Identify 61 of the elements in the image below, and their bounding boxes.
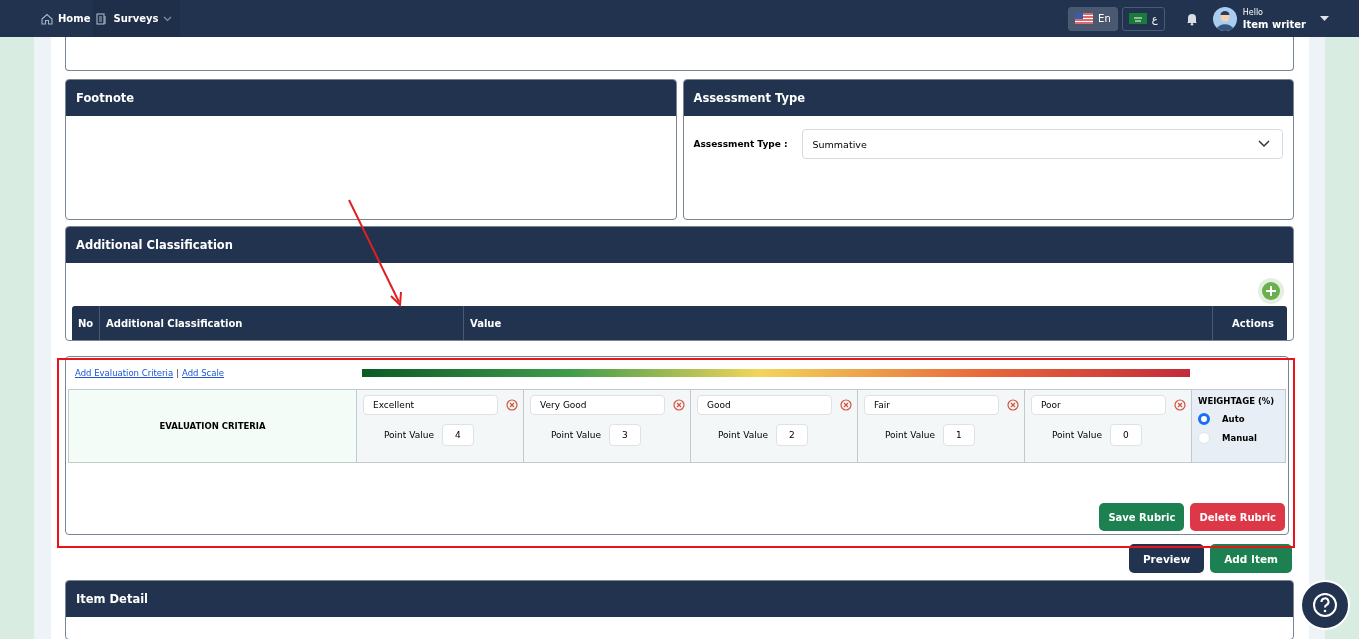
help-button[interactable]	[1300, 580, 1350, 630]
point-value-field[interactable]: 3	[608, 424, 641, 446]
nav-link[interactable]: Surveys	[93, 0, 181, 37]
scale-name-field[interactable]: Very Good	[530, 395, 665, 415]
avatar-icon	[1212, 6, 1237, 31]
plus-icon	[1262, 282, 1280, 300]
column-header: Value	[464, 306, 1213, 340]
chevron-down-icon	[1258, 140, 1270, 148]
language-button[interactable]: En	[1068, 6, 1118, 31]
scale-name-field[interactable]: Poor	[1031, 395, 1166, 415]
caret-icon	[1320, 15, 1329, 22]
card-title: Assessment Type	[683, 80, 1293, 116]
nav-link[interactable]: Home	[38, 0, 94, 37]
column-header: Actions	[1231, 316, 1275, 331]
save-button[interactable]: Save Rubric	[1099, 503, 1185, 531]
criteria-heading: EVALUATION CRITERIA	[69, 390, 357, 462]
greeting-text: Hello	[1242, 6, 1264, 19]
home-icon	[41, 12, 53, 25]
column-header: Additional Classification	[100, 306, 464, 340]
language-button[interactable]: ع	[1121, 6, 1165, 31]
point-value-field[interactable]: 4	[441, 424, 474, 446]
assessment-type-dropdown[interactable]: Summative	[801, 129, 1283, 159]
point-value-field[interactable]: 1	[942, 424, 975, 446]
point-value-field[interactable]: 0	[1109, 424, 1142, 446]
card-title: Footnote	[66, 80, 676, 116]
card-title: Item Detail	[66, 581, 1293, 617]
card-title: Additional Classification	[66, 227, 1293, 263]
separator-text: |	[176, 368, 179, 378]
scale-name-field[interactable]: Good	[697, 395, 832, 415]
delete-button[interactable]: Delete Rubric	[1190, 503, 1285, 531]
field-label: Point Value	[551, 430, 601, 440]
remove-icon	[1007, 399, 1019, 411]
text-link[interactable]: Add Evaluation Criteria	[75, 368, 174, 378]
column-header: No	[72, 306, 100, 340]
radio-label: Manual	[1222, 433, 1257, 443]
add-item-button[interactable]: Add Item	[1210, 544, 1292, 573]
radio-label: Auto	[1222, 414, 1245, 424]
field-label: Point Value	[885, 430, 935, 440]
field-label: Point Value	[384, 430, 434, 440]
flag-icon	[1075, 13, 1094, 24]
flag-icon	[1128, 13, 1147, 24]
field-label: Point Value	[718, 430, 768, 440]
text-link[interactable]: Add Scale	[182, 368, 225, 378]
radio-button[interactable]	[1198, 413, 1210, 425]
remove-icon	[506, 399, 518, 411]
document-icon	[96, 12, 109, 25]
chevron-down-icon	[163, 15, 173, 22]
point-value-field[interactable]: 2	[775, 424, 808, 446]
remove-icon	[1174, 399, 1186, 411]
remove-icon	[673, 399, 685, 411]
scale-name-field[interactable]: Fair	[864, 395, 999, 415]
scale-name-field[interactable]: Excellent	[363, 395, 498, 415]
question-icon	[1312, 592, 1338, 618]
remove-icon	[840, 399, 852, 411]
user-menu[interactable]: Hello Item writer	[1212, 6, 1329, 31]
user-name: Item writer	[1242, 18, 1306, 31]
field-label: Point Value	[1052, 430, 1102, 440]
add-button[interactable]	[1258, 278, 1284, 304]
weightage-heading: WEIGHTAGE (%)	[1198, 396, 1276, 406]
field-label: Assessment Type :	[693, 139, 788, 149]
preview-button[interactable]: Preview	[1128, 544, 1205, 573]
